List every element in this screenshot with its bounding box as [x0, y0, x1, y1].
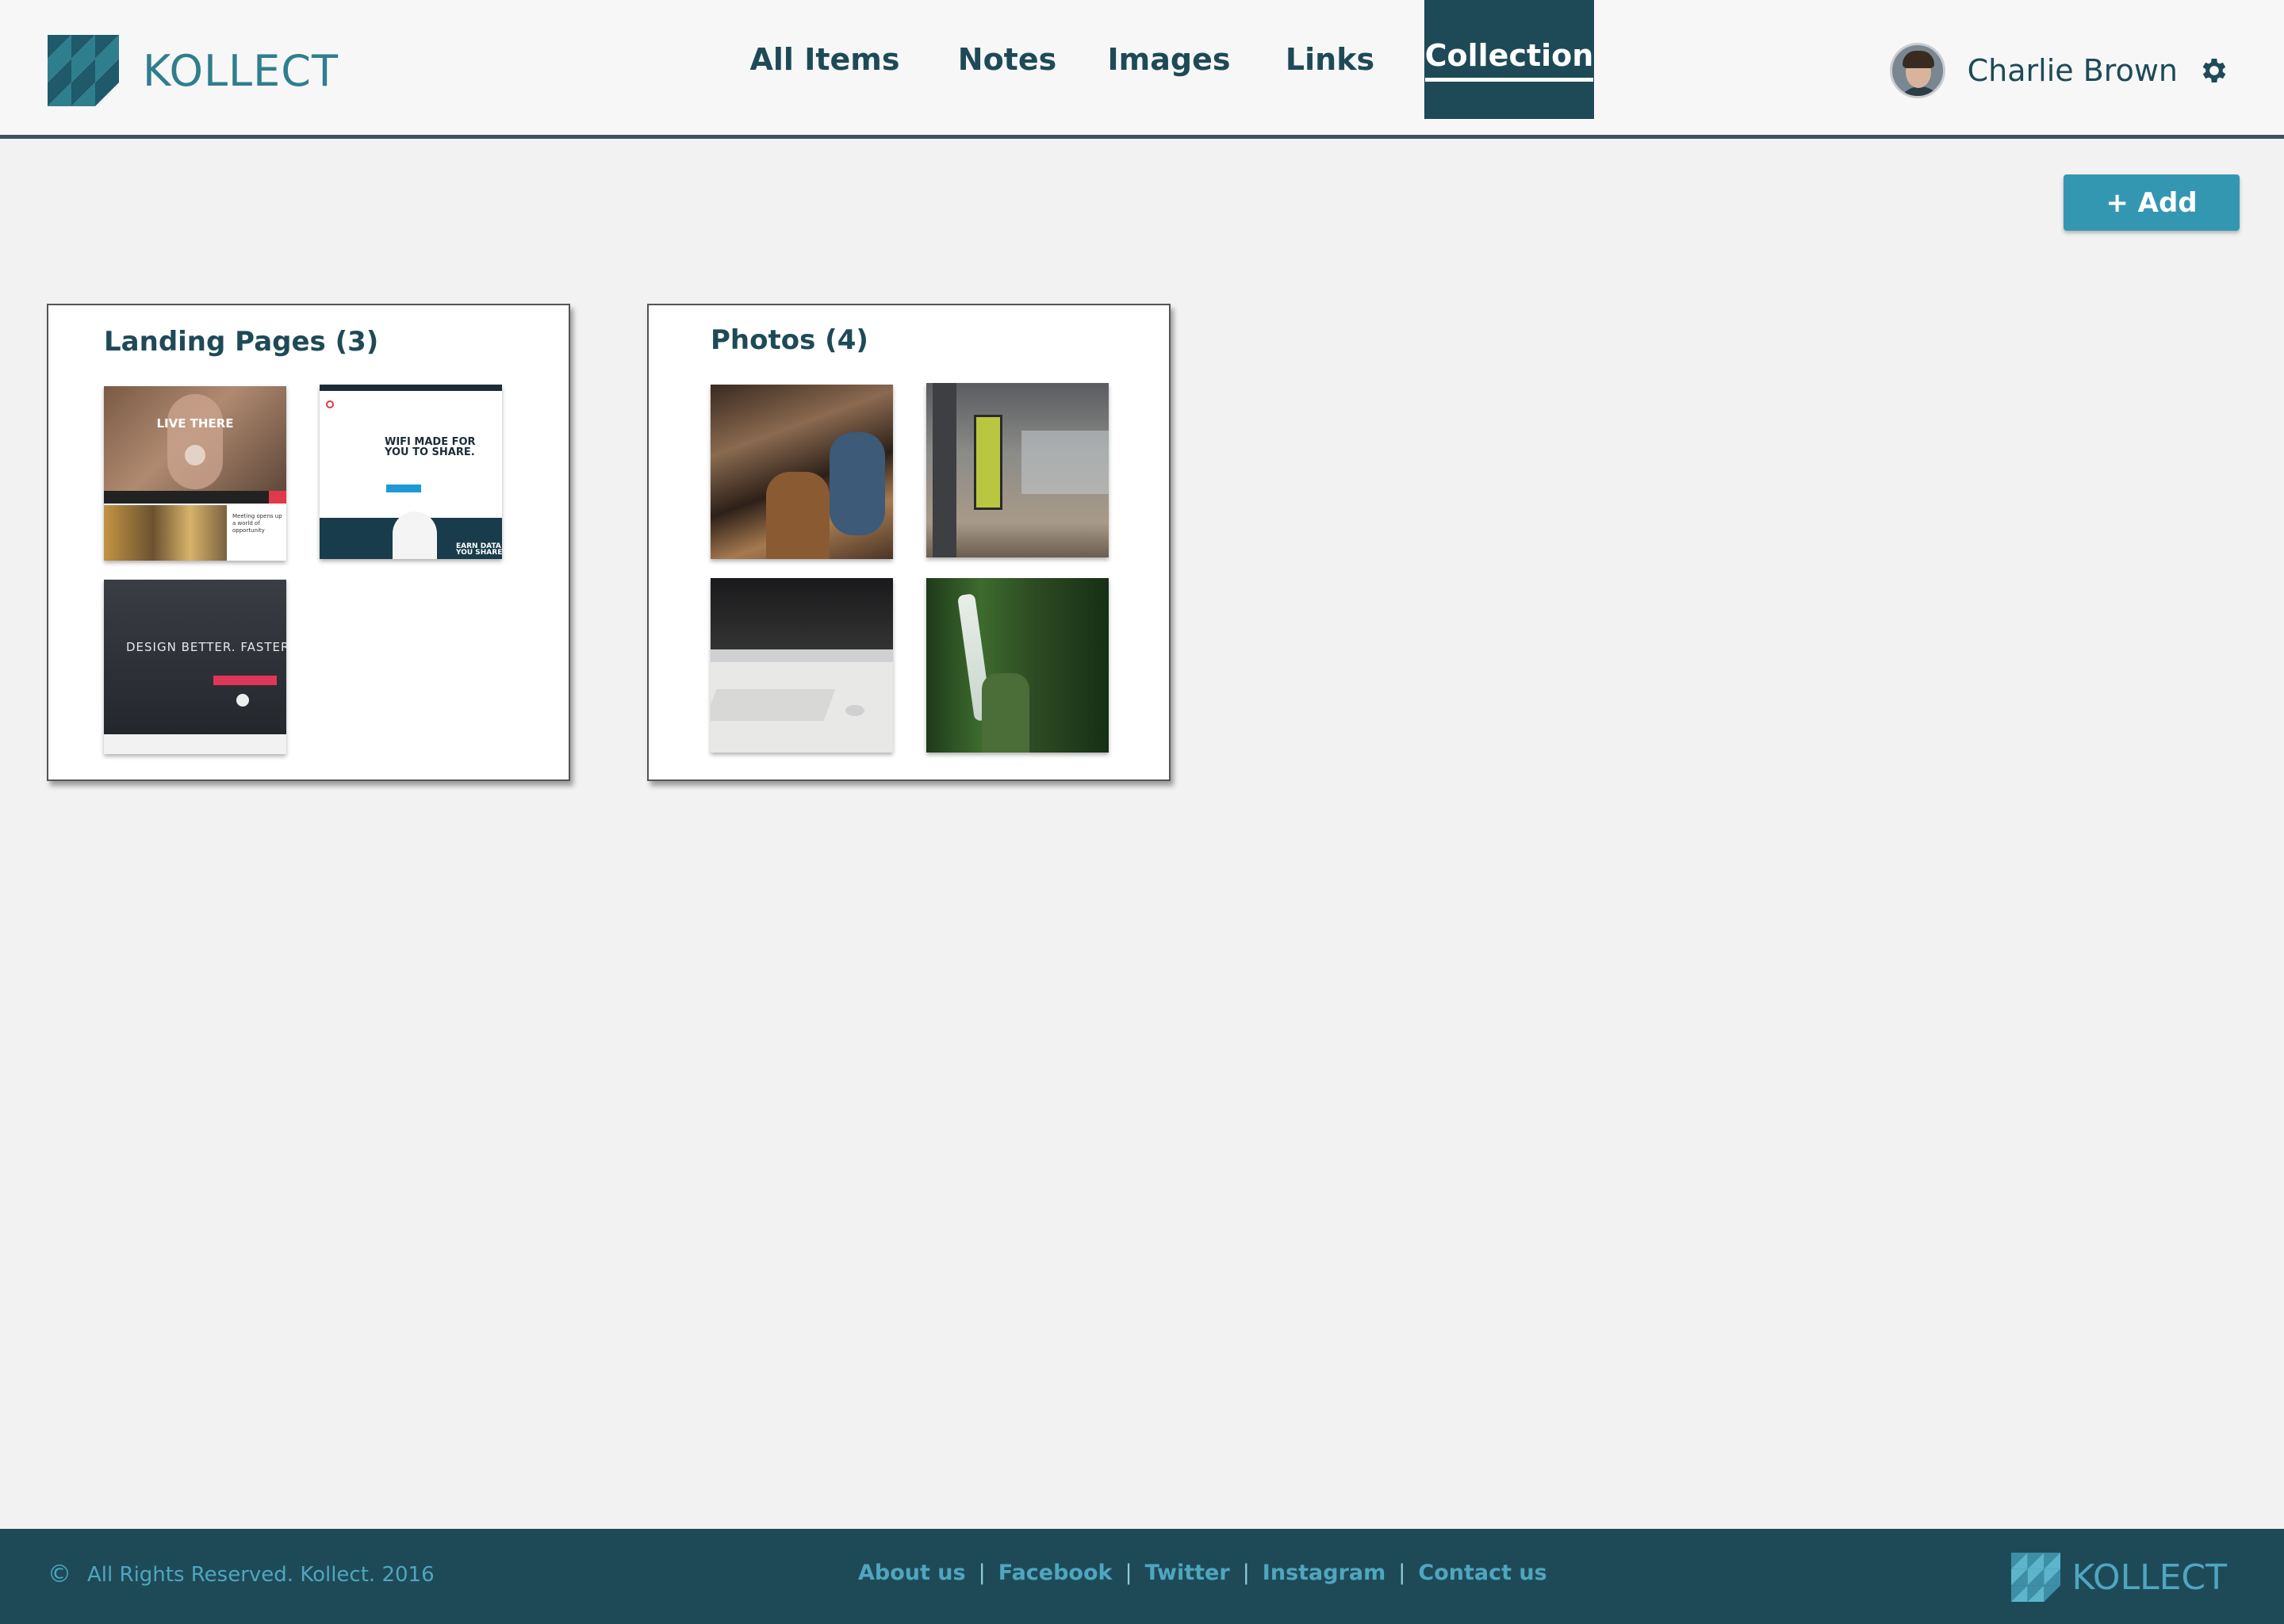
user-menu[interactable]: Charlie Brown: [1889, 43, 2230, 98]
footer-brand-logo[interactable]: KOLLECT: [2011, 1553, 2227, 1602]
kollect-logo-icon: [48, 35, 119, 106]
nav-images[interactable]: Images: [1106, 0, 1232, 119]
landing-subline: Meeting opens up a world of opportunity: [232, 513, 282, 534]
user-name[interactable]: Charlie Brown: [1968, 53, 2178, 88]
copyright: © All Rights Reserved. Kollect. 2016: [48, 1561, 435, 1588]
copyright-text: All Rights Reserved. Kollect. 2016: [87, 1562, 435, 1587]
landing-headline: LIVE THERE: [156, 416, 234, 431]
photo-thumb-waterfall[interactable]: [926, 578, 1109, 753]
landing-thumb-live-there[interactable]: LIVE THERE Meeting opens up a world of o…: [104, 386, 286, 561]
collection-card-photos[interactable]: Photos (4): [647, 304, 1171, 781]
footer: © All Rights Reserved. Kollect. 2016 Abo…: [0, 1529, 2284, 1624]
footer-link-twitter[interactable]: Twitter: [1145, 1561, 1230, 1585]
landing-subline: EARN DATA YOU SHARE: [456, 542, 502, 557]
footer-brand-name: KOLLECT: [2071, 1557, 2227, 1598]
landing-headline: DESIGN BETTER. FASTER.: [126, 640, 286, 654]
collection-title[interactable]: Photos (4): [711, 324, 868, 356]
photo-thumb-cafe[interactable]: [711, 385, 893, 559]
separator: |: [1242, 1561, 1250, 1585]
add-button[interactable]: + Add: [2064, 174, 2240, 231]
collection-card-landing-pages[interactable]: Landing Pages (3) LIVE THERE Meeting ope…: [47, 304, 570, 781]
footer-link-facebook[interactable]: Facebook: [998, 1561, 1113, 1585]
brand-name: KOLLECT: [143, 45, 339, 96]
play-icon: [185, 445, 205, 465]
photo-thumb-office[interactable]: [926, 383, 1109, 557]
nav-links-label: Links: [1285, 42, 1375, 77]
landing-headline: WIFI MADE FOR YOU TO SHARE.: [385, 436, 476, 458]
gear-icon[interactable]: [2198, 55, 2230, 86]
copyright-icon: ©: [48, 1561, 71, 1588]
nav-images-label: Images: [1107, 42, 1231, 77]
photo-thumb-desk-computer[interactable]: [711, 578, 893, 753]
brand-logo[interactable]: KOLLECT: [48, 35, 339, 106]
footer-link-instagram[interactable]: Instagram: [1263, 1561, 1385, 1585]
play-icon: [236, 694, 249, 707]
kollect-logo-icon: [2011, 1553, 2061, 1602]
nav-links[interactable]: Links: [1280, 0, 1380, 119]
landing-thumb-wifi[interactable]: WIFI MADE FOR YOU TO SHARE. EARN DATA YO…: [320, 385, 502, 559]
top-header: KOLLECT All Items Notes Images Links Col…: [0, 0, 2284, 139]
landing-thumb-design-better[interactable]: DESIGN BETTER. FASTER.: [104, 580, 286, 754]
separator: |: [978, 1561, 986, 1585]
collection-title[interactable]: Landing Pages (3): [104, 326, 378, 358]
footer-links: About us | Facebook | Twitter | Instagra…: [858, 1561, 1547, 1585]
nav-collection-label: Collection: [1424, 38, 1594, 82]
separator: |: [1125, 1561, 1132, 1585]
footer-link-contact[interactable]: Contact us: [1418, 1561, 1546, 1585]
nav-all-items-label: All Items: [749, 42, 900, 77]
nav-collection[interactable]: Collection: [1424, 0, 1594, 119]
footer-link-about[interactable]: About us: [858, 1561, 966, 1585]
nav-notes[interactable]: Notes: [952, 0, 1063, 119]
nav-notes-label: Notes: [957, 42, 1057, 77]
separator: |: [1398, 1561, 1406, 1585]
avatar[interactable]: [1889, 43, 1945, 98]
nav-all-items[interactable]: All Items: [745, 0, 904, 119]
